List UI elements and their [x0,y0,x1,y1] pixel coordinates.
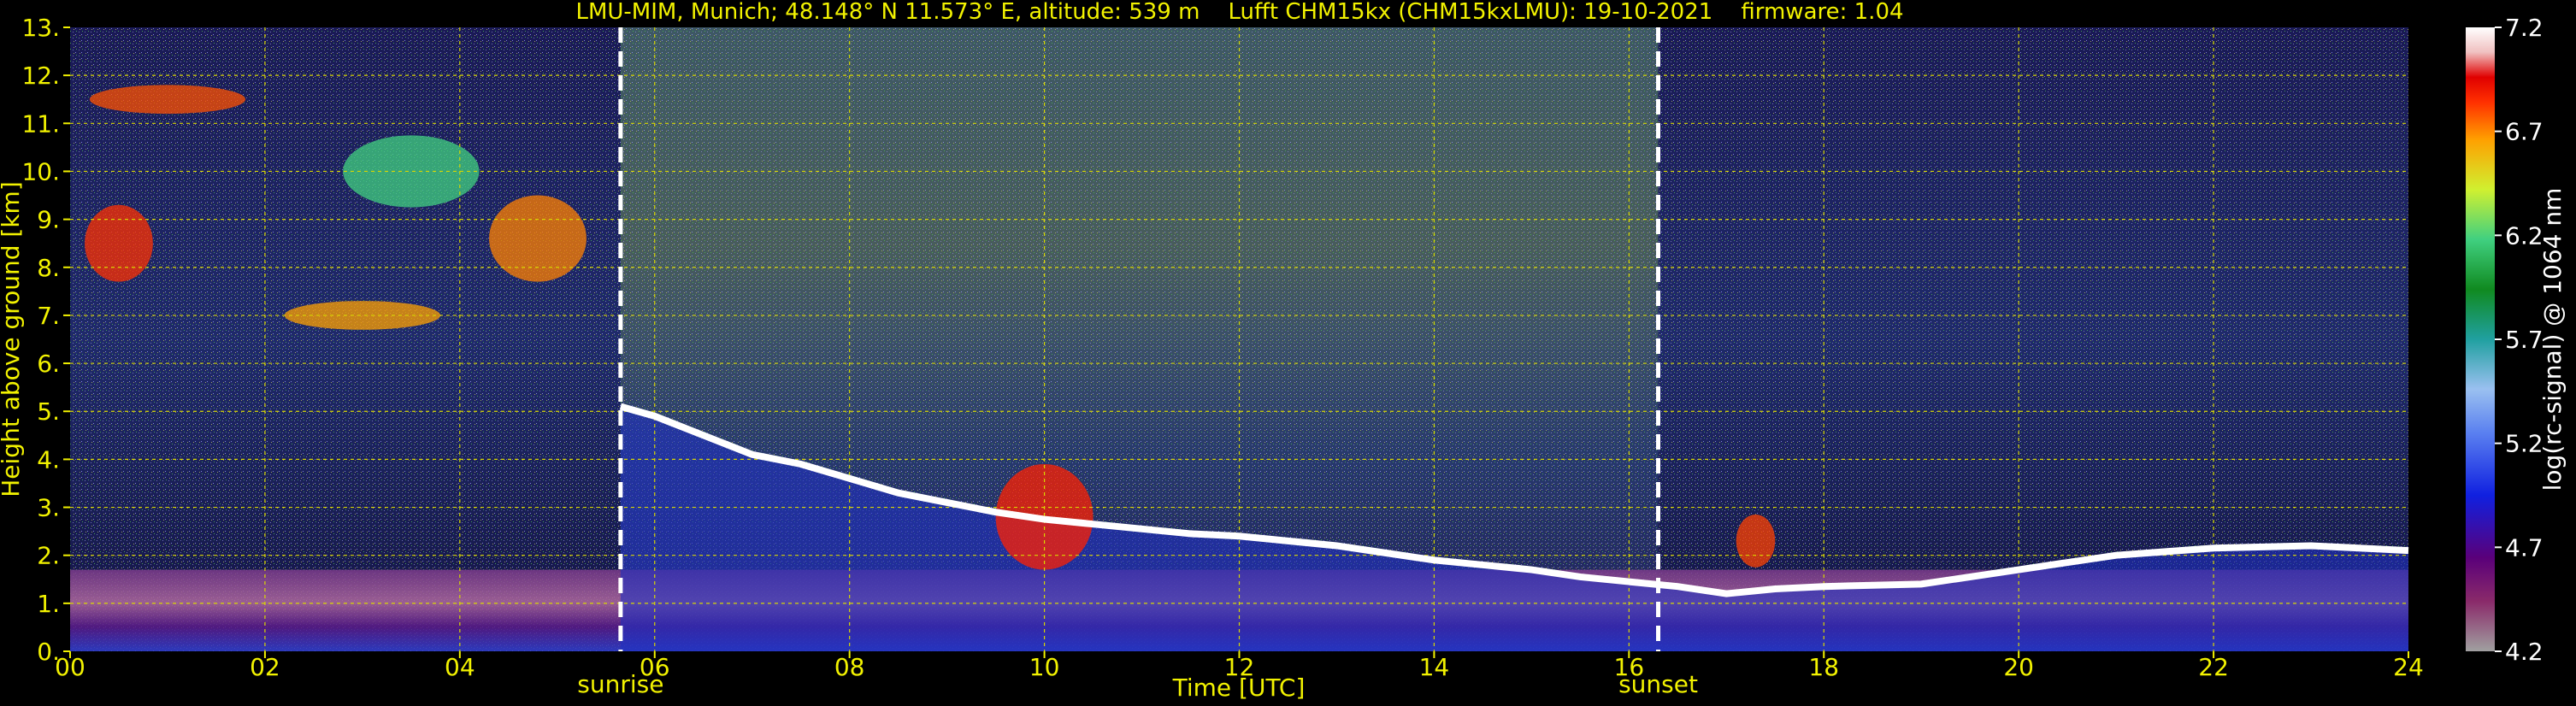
y-tick-label: 5. [37,397,60,426]
x-tick-label: 18 [1808,653,1839,681]
x-tick-label: 02 [250,653,280,681]
y-tick-label: 1. [37,590,60,618]
y-axis-label: Height above ground [km] [0,181,25,497]
y-tick-label: 13. [21,14,60,42]
colorbar-tick-label: 4.2 [2505,638,2544,666]
x-tick-label: 16 [1614,653,1645,681]
y-tick-label: 7. [37,302,60,330]
y-tick-label: 11. [21,109,60,138]
x-tick-label: 20 [2003,653,2034,681]
colorbar-tick-label: 4.7 [2505,533,2544,562]
cloud-patch [284,301,441,330]
x-tick-label: 08 [834,653,865,681]
signal-layers [70,27,2408,651]
x-tick-label: 06 [640,653,670,681]
cloud-patch [85,204,153,282]
y-tick-label: 0. [37,638,60,666]
colorbar-tick-label: 5.7 [2505,326,2544,354]
y-tick-label: 6. [37,350,60,378]
x-tick-label: 24 [2393,653,2424,681]
y-tick-label: 2. [37,542,60,570]
y-tick-label: 9. [37,206,60,234]
cloud-patch [489,195,587,282]
x-tick-label: 14 [1419,653,1450,681]
cloud-patch [89,85,246,115]
colorbar [2466,27,2495,651]
colorbar-ticks: 7.2 6.7 6.2 5.7 5.2 4.7 4.2 [2495,14,2544,666]
colorbar-tick-label: 5.2 [2505,430,2544,458]
colorbar-tick-label: 6.2 [2505,221,2544,250]
x-tick-label: 10 [1029,653,1060,681]
y-tick-label: 3. [37,494,60,522]
y-tick-label: 12. [21,62,60,90]
colorbar-tick-label: 7.2 [2505,14,2544,42]
cloud-patch [343,135,480,208]
colorbar-label: log(rc-signal) @ 1064 nm [2538,188,2567,491]
colorbar-tick-label: 6.7 [2505,118,2544,146]
y-tick-label: 4. [37,445,60,474]
chart-title: LMU-MIM, Munich; 48.148° N 11.573° E, al… [575,0,1903,25]
y-tick-label: 8. [37,254,60,282]
cloud-patch [1736,514,1776,568]
x-tick-label: 04 [445,653,475,681]
y-tick-label: 10. [21,157,60,185]
x-axis-label: Time [UTC] [1172,674,1306,702]
ceilometer-chart: sunrise sunset 00 02 04 06 08 10 12 14 16 18 20 22 24… [0,0,2567,702]
y-ticks: 0. 1. 2. 3. 4. 5. 6. 7. 8. 9. 10. 11. 12. 13. [21,14,70,666]
x-tick-label: 22 [2198,653,2229,681]
